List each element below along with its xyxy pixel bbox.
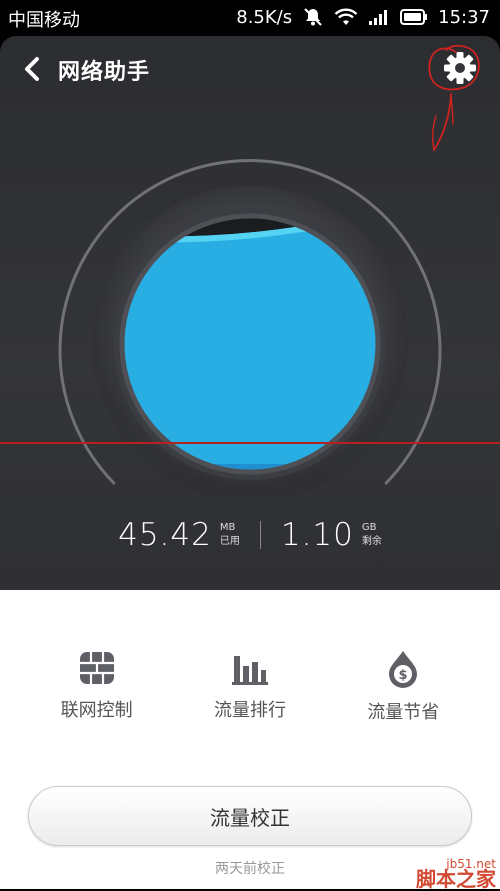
status-right: 8.5K/s 15:37 xyxy=(236,6,490,28)
used-meta: MB 已用 xyxy=(220,521,240,549)
remaining-label: 剩余 xyxy=(361,536,382,547)
feature-label: 联网控制 xyxy=(60,700,133,721)
net-speed: 8.5K/s xyxy=(236,6,293,28)
feature-label: 流量排行 xyxy=(213,700,286,721)
feature-row: 联网控制 流量排行 $ 流量节省 xyxy=(0,650,500,724)
red-annotation-line xyxy=(0,442,500,444)
battery-icon xyxy=(400,8,428,26)
used-value: 45.42 xyxy=(118,517,212,553)
watermark: jb51.net 脚本之家 xyxy=(416,857,496,891)
chevron-left-icon xyxy=(25,57,39,81)
svg-text:$: $ xyxy=(399,668,408,683)
wifi-icon xyxy=(334,7,358,27)
usage-summary: 45.42 MB 已用 1.10 GB 剩余 xyxy=(0,510,500,560)
firewall-icon xyxy=(79,652,114,684)
used-label: 已用 xyxy=(219,536,240,547)
calibrate-button[interactable]: 流量校正 xyxy=(28,786,472,846)
bar-chart-icon xyxy=(231,656,268,685)
remaining-meta: GB 剩余 xyxy=(362,521,382,549)
tools-section: 联网控制 流量排行 $ 流量节省 流量校正 两天前校正 jb51.net 脚本之… xyxy=(0,590,500,889)
status-bar: 中国移动 8.5K/s 15:37 xyxy=(0,0,500,36)
usage-gauge xyxy=(58,159,442,496)
page-title: 网络助手 xyxy=(58,60,151,85)
feature-ranking[interactable]: 流量排行 xyxy=(180,650,320,724)
usage-panel: 网络助手 45.42 MB 已用 1.10 GB 剩余 xyxy=(0,36,500,590)
feature-firewall[interactable]: 联网控制 xyxy=(27,650,167,724)
mute-icon xyxy=(302,6,324,28)
feature-saving[interactable]: $ 流量节省 xyxy=(333,650,473,724)
signal-icon xyxy=(368,8,390,26)
feature-label: 流量节省 xyxy=(367,702,440,723)
usage-divider xyxy=(259,521,261,549)
watermark-name: 脚本之家 xyxy=(416,867,496,891)
used-unit: MB xyxy=(219,522,236,533)
remaining-unit: GB xyxy=(361,522,377,533)
remaining-value: 1.10 xyxy=(280,517,354,553)
carrier-name: 中国移动 xyxy=(8,10,80,31)
back-button[interactable] xyxy=(20,54,46,84)
money-drop-icon: $ xyxy=(389,651,418,688)
clock: 15:37 xyxy=(438,6,490,28)
